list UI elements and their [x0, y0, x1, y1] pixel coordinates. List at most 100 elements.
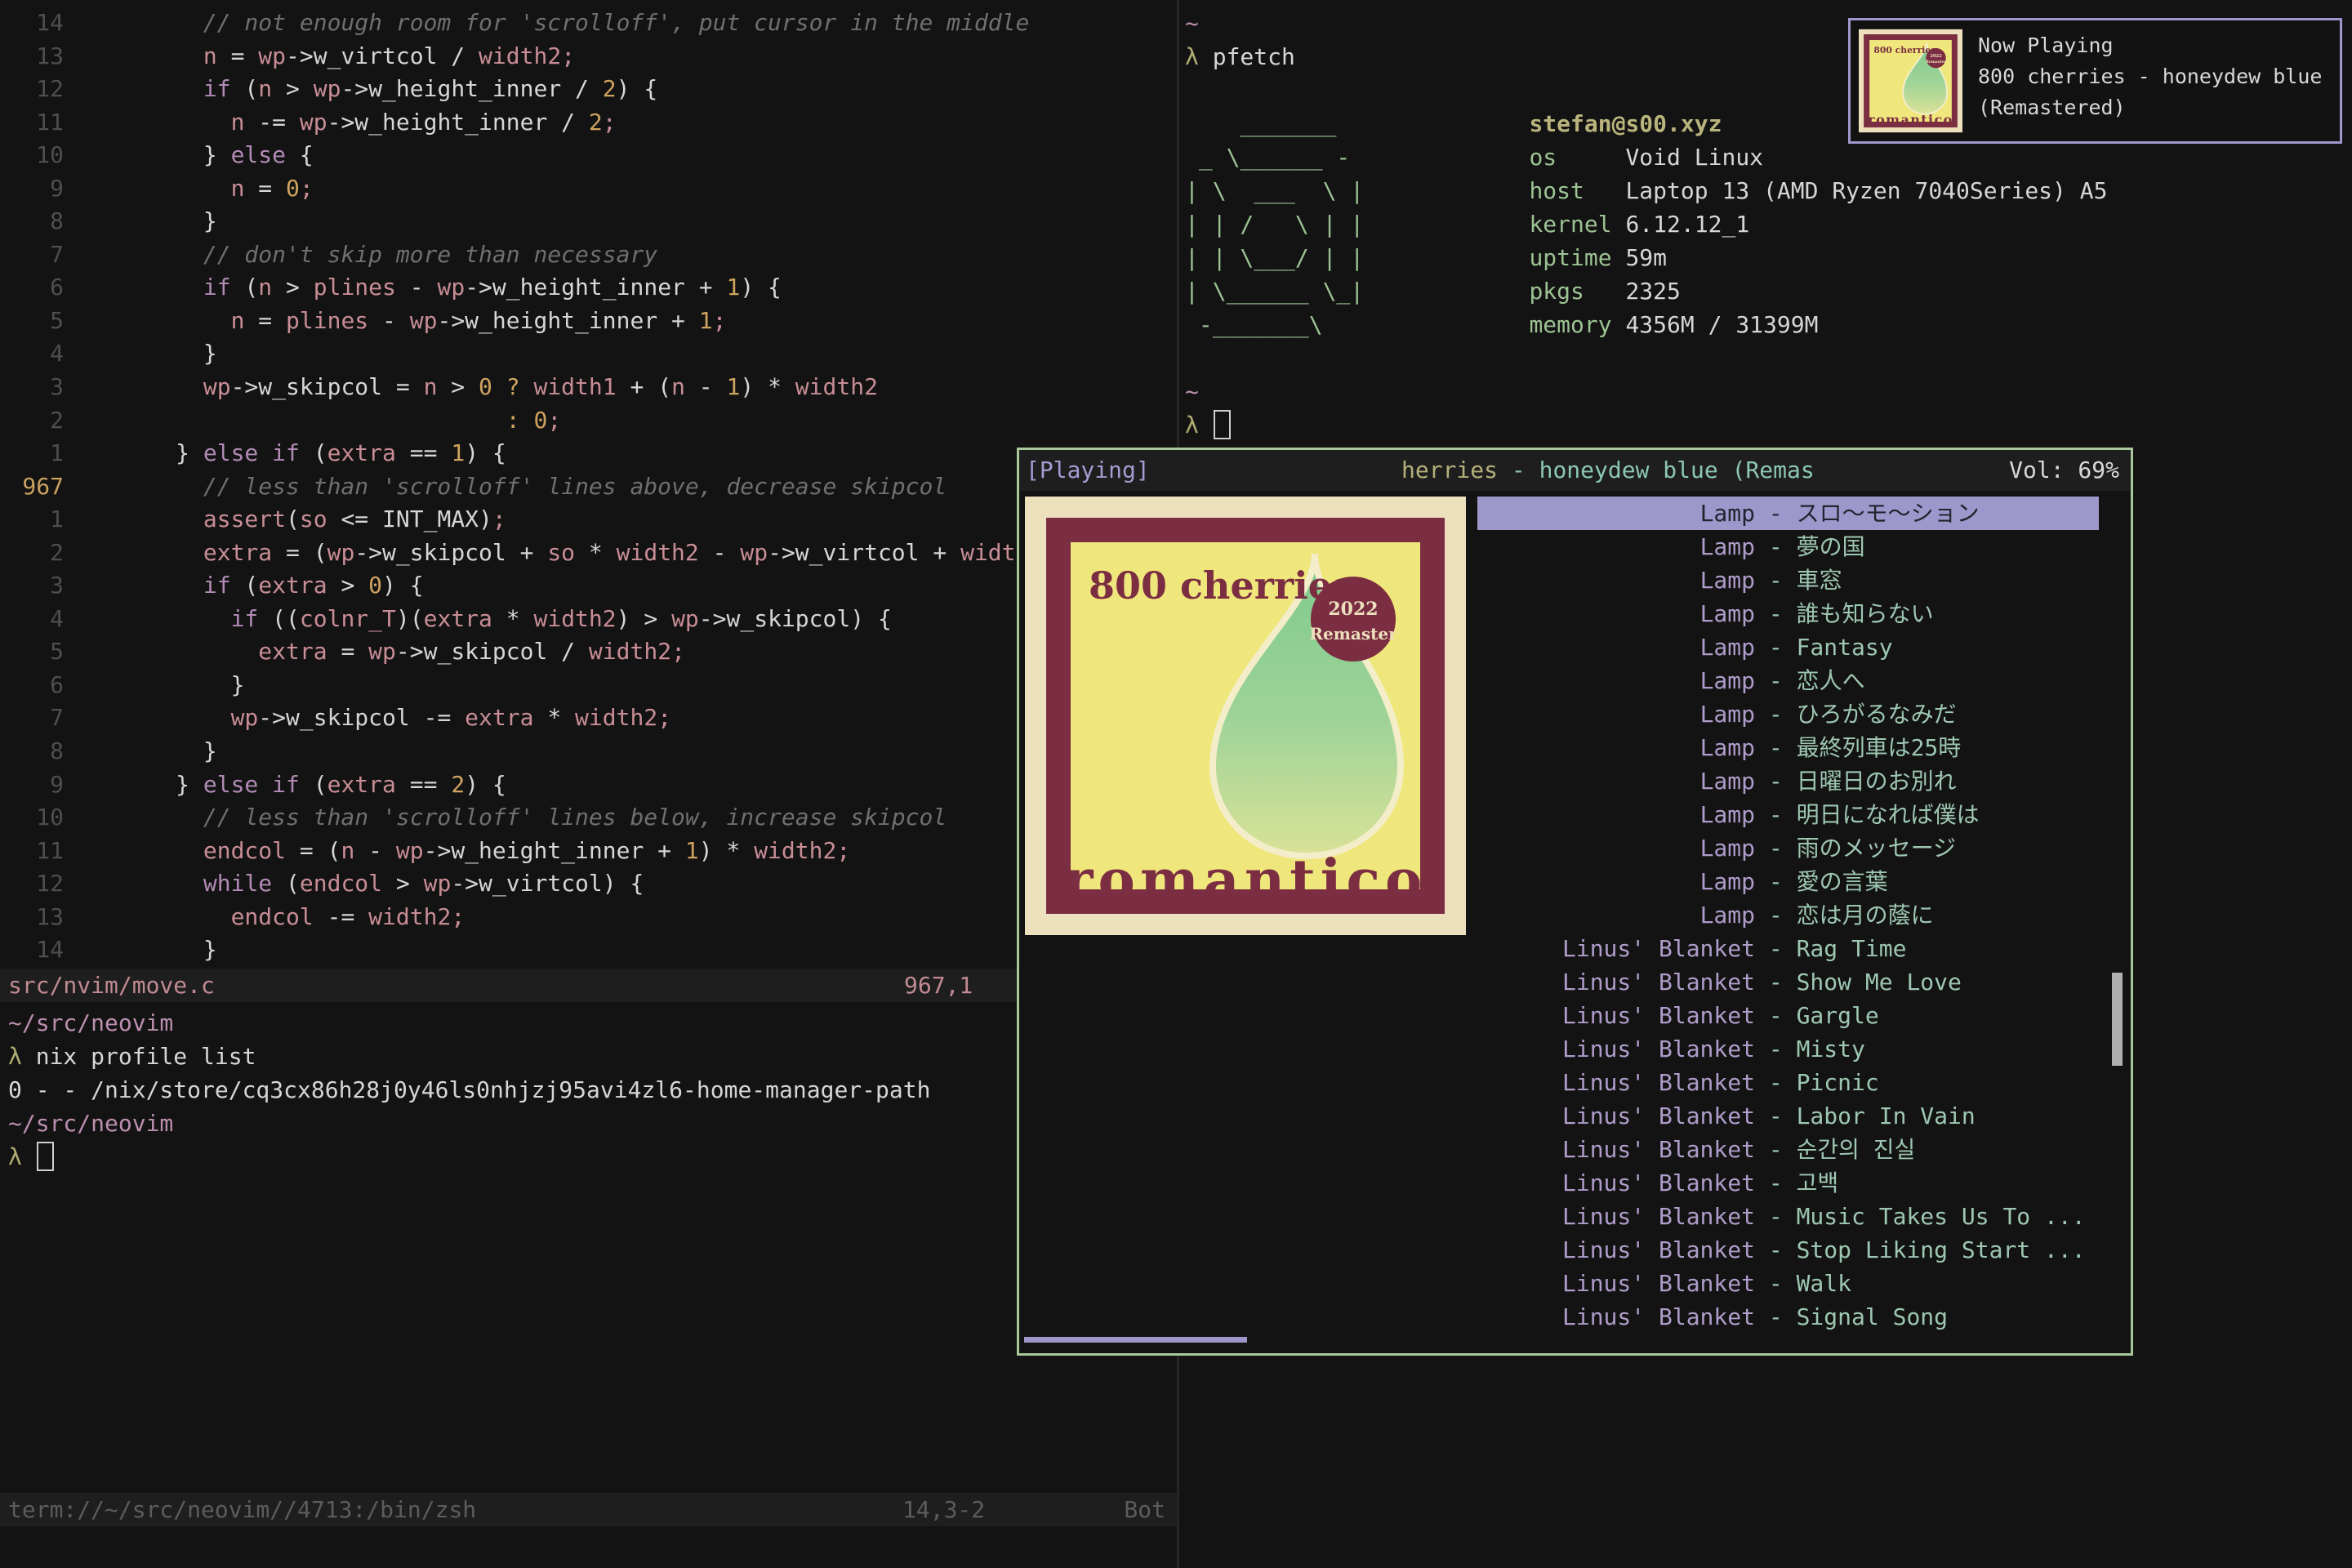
- code-line[interactable]: 14 // not enough room for 'scrolloff', p…: [0, 7, 1177, 40]
- terminal-line: λ: [8, 1140, 930, 1174]
- playlist-row[interactable]: Linus' Blanket - Show Me Love: [1477, 965, 2099, 999]
- playlist-row[interactable]: Lamp - ひろがるなみだ: [1477, 697, 2099, 731]
- code-line[interactable]: 6 if (n > plines - wp->w_height_inner + …: [0, 271, 1177, 305]
- svg-text:Remaster: Remaster: [1926, 60, 1947, 65]
- track-title: 明日になれば僕は: [1797, 798, 1980, 831]
- playlist-row[interactable]: Linus' Blanket - Signal Song: [1477, 1300, 2099, 1334]
- line-number: 3: [0, 569, 64, 603]
- track-separator: -: [1755, 1267, 1797, 1300]
- playlist-row[interactable]: Lamp - 雨のメッセージ: [1477, 831, 2099, 865]
- player-state-badge: [Playing]: [1026, 450, 1150, 491]
- playlist-row[interactable]: Lamp - 誰も知らない: [1477, 597, 2099, 630]
- track-artist: Linus' Blanket: [1477, 999, 1755, 1032]
- playlist-row[interactable]: Lamp - 車窓: [1477, 564, 2099, 597]
- track-separator: -: [1755, 1200, 1797, 1233]
- line-number: 3: [0, 371, 64, 404]
- track-title: Stop Liking Start ...: [1797, 1233, 2086, 1267]
- code-line[interactable]: 2 extra = (wp->w_skipcol + so * width2 -…: [0, 537, 1177, 570]
- line-number: 12: [0, 867, 64, 901]
- left-terminal-pane[interactable]: 14 // not enough room for 'scrolloff', p…: [0, 0, 1177, 1568]
- album-art-image: 800 cherries 2022 Remaster romantico: [1025, 497, 1466, 935]
- code-line[interactable]: 10 // less than 'scrolloff' lines below,…: [0, 801, 1177, 835]
- code-line[interactable]: 967 // less than 'scrolloff' lines above…: [0, 470, 1177, 504]
- playlist-row[interactable]: Linus' Blanket - Stop Liking Start ...: [1477, 1233, 2099, 1267]
- code-line[interactable]: 1 assert(so <= INT_MAX);: [0, 503, 1177, 537]
- playlist-scrollbar[interactable]: [2112, 973, 2123, 1066]
- code-line[interactable]: 14 }: [0, 933, 1177, 967]
- code-line[interactable]: 8 }: [0, 205, 1177, 238]
- playlist-row[interactable]: Linus' Blanket - Music Takes Us To ...: [1477, 1200, 2099, 1233]
- code-line[interactable]: 7 wp->w_skipcol -= extra * width2;: [0, 702, 1177, 735]
- line-number: 8: [0, 735, 64, 768]
- playlist-row-selected[interactable]: Lamp - スロ〜モ〜ション: [1477, 497, 2099, 530]
- code-line[interactable]: 11 endcol = (n - wp->w_height_inner + 1)…: [0, 835, 1177, 868]
- playlist-row[interactable]: Lamp - 明日になれば僕は: [1477, 798, 2099, 831]
- track-title: Fantasy: [1797, 630, 1893, 664]
- playlist-row[interactable]: Lamp - 夢の国: [1477, 530, 2099, 564]
- playlist-row[interactable]: Linus' Blanket - 고백: [1477, 1166, 2099, 1200]
- playlist-row[interactable]: Linus' Blanket - Misty: [1477, 1032, 2099, 1066]
- playlist-row[interactable]: Lamp - 恋は月の蔭に: [1477, 898, 2099, 932]
- code-line[interactable]: 6 }: [0, 669, 1177, 702]
- code-line[interactable]: 9 n = 0;: [0, 172, 1177, 206]
- nvim-code-buffer[interactable]: 14 // not enough room for 'scrolloff', p…: [0, 7, 1177, 967]
- line-number: 1: [0, 503, 64, 537]
- playlist-row[interactable]: Linus' Blanket - Labor In Vain: [1477, 1099, 2099, 1133]
- code-line[interactable]: 9 } else if (extra == 2) {: [0, 768, 1177, 802]
- terminal-scroll-indicator: Bot: [1124, 1493, 1165, 1526]
- track-artist: Linus' Blanket: [1477, 1133, 1755, 1166]
- playlist-row[interactable]: Lamp - Fantasy: [1477, 630, 2099, 664]
- playlist-row[interactable]: Lamp - 最終列車は25時: [1477, 731, 2099, 764]
- code-line[interactable]: 4 if ((colnr_T)(extra * width2) > wp->w_…: [0, 603, 1177, 636]
- track-separator: -: [1755, 1233, 1797, 1267]
- code-line[interactable]: 5 extra = wp->w_skipcol / width2;: [0, 635, 1177, 669]
- track-artist: Linus' Blanket: [1477, 1032, 1755, 1066]
- code-line[interactable]: 12 while (endcol > wp->w_virtcol) {: [0, 867, 1177, 901]
- code-line[interactable]: 13 endcol -= width2;: [0, 901, 1177, 934]
- code-line[interactable]: 3 wp->w_skipcol = n > 0 ? width1 + (n - …: [0, 371, 1177, 404]
- playlist-row[interactable]: Linus' Blanket - Gargle: [1477, 999, 2099, 1032]
- track-separator: -: [1755, 865, 1797, 898]
- code-line[interactable]: 8 }: [0, 735, 1177, 768]
- code-line[interactable]: 11 n -= wp->w_height_inner / 2;: [0, 106, 1177, 140]
- track-title: Signal Song: [1797, 1300, 1948, 1334]
- terminal-line: ~: [1185, 375, 2107, 408]
- nvim-terminal-buffer[interactable]: ~/src/neovimλ nix profile list0 - - /nix…: [8, 1006, 930, 1174]
- terminal-buffer-title: term://~/src/neovim//4713:/bin/zsh: [8, 1493, 476, 1526]
- code-line[interactable]: 7 // don't skip more than necessary: [0, 238, 1177, 272]
- svg-text:romantico: romantico: [1868, 112, 1953, 127]
- code-line[interactable]: 2 : 0;: [0, 404, 1177, 438]
- track-progress-bar[interactable]: [1024, 1337, 1247, 1343]
- playlist-row[interactable]: Lamp - 恋人へ: [1477, 664, 2099, 697]
- line-number: 11: [0, 106, 64, 140]
- track-artist: Linus' Blanket: [1477, 1300, 1755, 1334]
- terminal-cursor: [37, 1142, 54, 1171]
- track-artist: Lamp: [1477, 764, 1755, 798]
- track-title: 순간의 진실: [1797, 1133, 1916, 1166]
- now-playing-notification[interactable]: 800 cherries 2022 Remaster romantico Now…: [1848, 18, 2342, 144]
- track-separator: -: [1755, 965, 1797, 999]
- track-title: Walk: [1797, 1267, 1851, 1300]
- notification-track: 800 cherries - honeydew blue: [1978, 61, 2322, 92]
- track-artist: Lamp: [1477, 731, 1755, 764]
- code-line[interactable]: 12 if (n > wp->w_height_inner / 2) {: [0, 73, 1177, 106]
- playlist-row[interactable]: Linus' Blanket - Rag Time: [1477, 932, 2099, 965]
- playlist-row[interactable]: Lamp - 日曜日のお別れ: [1477, 764, 2099, 798]
- line-number: 13: [0, 40, 64, 74]
- code-line[interactable]: 1 } else if (extra == 1) {: [0, 437, 1177, 470]
- track-title: Music Takes Us To ...: [1797, 1200, 2086, 1233]
- playlist-row[interactable]: Linus' Blanket - Picnic: [1477, 1066, 2099, 1099]
- playlist-row[interactable]: Lamp - 愛の言葉: [1477, 865, 2099, 898]
- code-line[interactable]: 4 }: [0, 337, 1177, 371]
- code-line[interactable]: 10 } else {: [0, 139, 1177, 172]
- svg-text:800 cherries: 800 cherries: [1873, 45, 1936, 56]
- code-line[interactable]: 5 n = plines - wp->w_height_inner + 1;: [0, 305, 1177, 338]
- playlist-row[interactable]: Linus' Blanket - Walk: [1477, 1267, 2099, 1300]
- playlist-row[interactable]: Linus' Blanket - 순간의 진실: [1477, 1133, 2099, 1166]
- code-line[interactable]: 3 if (extra > 0) {: [0, 569, 1177, 603]
- terminal-cursor-position: 14,3-2: [902, 1493, 985, 1526]
- terminal-line: ~/src/neovim: [8, 1006, 930, 1040]
- code-line[interactable]: 13 n = wp->w_virtcol / width2;: [0, 40, 1177, 74]
- line-number: 5: [0, 305, 64, 338]
- music-player-window[interactable]: [Playing] herries - honeydew blue (Remas…: [1017, 448, 2133, 1356]
